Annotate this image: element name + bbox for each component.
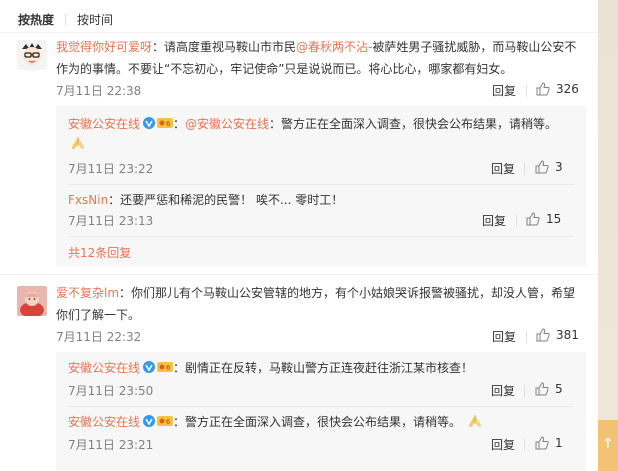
reply-meta: 7月11日 23:13 回复 15	[68, 212, 578, 230]
vip-level-icon: 6	[157, 118, 174, 128]
reply-text: 安徽公安在线 6 ：剧情正在反转，马鞍山警方正连夜赶往浙江某市核查！	[68, 361, 474, 375]
verified-badge-icon	[143, 361, 156, 373]
thumbs-up-icon	[536, 82, 550, 96]
reply-button[interactable]: 回复	[491, 436, 515, 453]
sort-by-time-tab[interactable]: 按时间	[77, 11, 113, 28]
reply-meta: 7月11日 23:50 回复 5	[68, 382, 578, 400]
avatar[interactable]	[17, 40, 47, 70]
reply-button[interactable]: 回复	[492, 328, 516, 345]
reply-list: 安徽公安在线 6 ：@安徽公安在线：警方正在全面深入调查，很快会公布结果，请稍等。 …	[56, 106, 586, 266]
meta-divider	[516, 215, 517, 227]
like-button[interactable]: 15	[526, 212, 561, 226]
mention-link[interactable]: @安徽公安在线	[185, 117, 269, 131]
reply-time: 7月11日 23:21	[68, 438, 154, 452]
reply-text: 安徽公安在线 6 ：警方正在全面深入调查，很快会公布结果，请稍等。	[68, 412, 578, 432]
reply-username[interactable]: 安徽公安在线	[68, 415, 140, 429]
meta-divider	[524, 163, 525, 175]
reply-text: 安徽公安在线 6 ：@安徽公安在线：警方正在全面深入调查，很快会公布结果，请稍等。	[68, 114, 578, 154]
reply-time: 7月11日 23:50	[68, 384, 154, 398]
like-button[interactable]: 1	[535, 436, 563, 450]
avatar[interactable]	[17, 286, 47, 316]
thumbs-up-icon	[535, 160, 549, 174]
like-count: 5	[555, 382, 563, 396]
reply-meta: 7月11日 23:21 回复 1	[68, 436, 578, 454]
avatar-baby-photo-icon	[17, 286, 47, 316]
vip-level-icon: 6	[157, 362, 174, 372]
thumbs-up-icon	[535, 382, 549, 396]
avatar-cartoon-icon	[17, 40, 47, 70]
divider	[68, 184, 574, 185]
like-count: 381	[556, 328, 579, 342]
sort-by-hot-tab[interactable]: 按热度	[18, 11, 54, 28]
reply-list: 安徽公安在线 6 ：剧情正在反转，马鞍山警方正连夜赶往浙江某市核查！ 7月11日 2…	[56, 352, 586, 471]
reply-username[interactable]: 安徽公安在线	[68, 361, 140, 375]
like-button[interactable]: 326	[536, 82, 579, 96]
sort-bar: 按热度 按时间	[18, 8, 113, 30]
meta-divider	[526, 85, 527, 97]
like-count: 3	[555, 160, 563, 174]
verified-badge-icon	[143, 117, 156, 129]
thumbs-up-icon	[526, 212, 540, 226]
reply-username[interactable]: 安徽公安在线	[68, 117, 140, 131]
reply-username[interactable]: FxsNin	[68, 193, 108, 207]
svg-text:6: 6	[166, 418, 171, 426]
thumbs-up-icon	[535, 436, 549, 450]
meta-divider	[524, 385, 525, 397]
comment-username[interactable]: 爱不复杂lm	[56, 286, 119, 300]
reply-button[interactable]: 回复	[482, 212, 506, 229]
reply-button[interactable]: 回复	[491, 160, 515, 177]
verified-badge-icon	[143, 415, 156, 427]
pray-emoji-icon	[468, 415, 482, 427]
comment-time: 7月11日 22:32	[56, 330, 142, 344]
meta-divider	[526, 331, 527, 343]
comment-username[interactable]: 我觉得你好可爱呀	[56, 40, 152, 54]
thumbs-up-icon	[536, 328, 550, 342]
comment-meta: 7月11日 22:38 回复 326	[56, 82, 586, 100]
reply-text: FxsNin：还要严惩和稀泥的民警！ 唉不... 零时工！	[68, 193, 344, 207]
comment-text: 爱不复杂lm：你们那儿有个马鞍山公安管辖的地方，有个小姑娘哭诉报警被骚扰，却没人…	[56, 286, 576, 322]
mention-link[interactable]: @春秋两不沾-	[296, 40, 372, 54]
like-button[interactable]: 3	[535, 160, 563, 174]
sort-divider	[65, 13, 67, 25]
pray-emoji-icon	[71, 137, 85, 149]
divider	[68, 236, 574, 237]
back-to-top-button[interactable]: ↑	[598, 420, 618, 471]
like-count: 15	[546, 212, 562, 226]
like-count: 326	[556, 82, 579, 96]
reply-button[interactable]: 回复	[492, 82, 516, 99]
arrow-up-icon: ↑	[602, 436, 614, 452]
divider	[68, 406, 574, 407]
comment-time: 7月11日 22:38	[56, 84, 142, 98]
reply-meta: 7月11日 23:22 回复 3	[68, 160, 578, 178]
comment-meta: 7月11日 22:32 回复 381	[56, 328, 586, 346]
like-button[interactable]: 381	[536, 328, 579, 342]
divider	[0, 32, 598, 33]
divider	[0, 274, 598, 275]
svg-text:6: 6	[166, 120, 171, 128]
reply-time: 7月11日 23:22	[68, 162, 154, 176]
meta-divider	[524, 439, 525, 451]
page-background-strip	[598, 0, 618, 471]
reply-time: 7月11日 23:13	[68, 214, 154, 228]
svg-text:6: 6	[166, 364, 171, 372]
like-button[interactable]: 5	[535, 382, 563, 396]
reply-button[interactable]: 回复	[491, 382, 515, 399]
expand-replies-link[interactable]: 共12条回复	[68, 244, 131, 261]
vip-level-icon: 6	[157, 416, 174, 426]
comment-text: 我觉得你好可爱呀：请高度重视马鞍山市市民@春秋两不沾-被萨姓男子骚扰威胁，而马鞍…	[56, 40, 577, 76]
like-count: 1	[555, 436, 563, 450]
